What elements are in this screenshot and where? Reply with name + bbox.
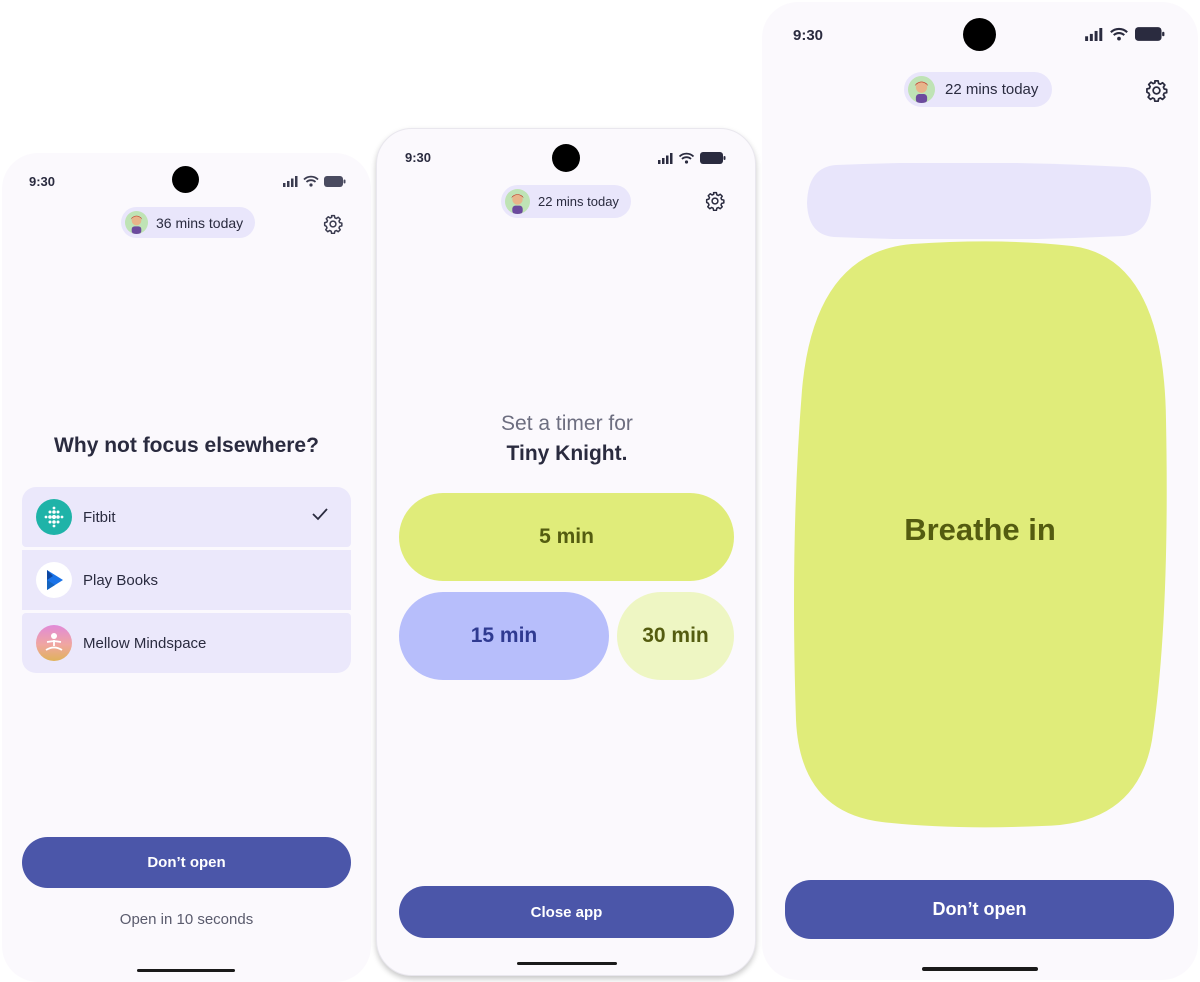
settings-gear-icon[interactable] (1145, 79, 1168, 102)
knight-avatar-icon (505, 189, 530, 214)
battery-icon (700, 152, 726, 164)
status-time: 9:30 (793, 27, 824, 44)
status-icons (1085, 27, 1165, 41)
settings-gear-icon[interactable] (323, 214, 343, 234)
app-option-play-books[interactable]: Play Books (22, 550, 351, 610)
avatar (908, 76, 935, 103)
status-icons (658, 152, 726, 164)
wifi-icon (1110, 27, 1128, 41)
phone-screen-focus-elsewhere: 9:30 36 mins today Why not focus elsewhe… (2, 153, 371, 982)
breathe-instruction: Breathe in (904, 512, 1056, 547)
fitbit-dots-icon (44, 506, 64, 528)
home-indicator[interactable] (517, 962, 617, 965)
app-option-fitbit[interactable]: Fitbit (22, 487, 351, 547)
checkmark-icon (312, 508, 328, 521)
play-books-logo-icon (47, 570, 63, 590)
battery-icon (1135, 27, 1165, 41)
wifi-icon (303, 175, 319, 187)
knight-avatar-icon (125, 211, 148, 234)
phone-screen-breathe: 9:30 22 mins today Breathe in Don’t open (762, 2, 1198, 980)
wifi-icon (678, 152, 695, 164)
close-app-button[interactable]: Close app (399, 886, 734, 938)
dont-open-button[interactable]: Don’t open (22, 837, 351, 888)
phone-screen-set-timer: 9:30 22 mins today Set a timer for Tiny … (376, 128, 756, 976)
usage-text: 36 mins today (156, 214, 244, 231)
knight-avatar-icon (908, 76, 935, 103)
status-time: 9:30 (405, 150, 432, 165)
fitbit-icon (36, 499, 72, 535)
usage-pill[interactable]: 36 mins today (121, 207, 256, 238)
settings-gear-icon[interactable] (705, 191, 725, 211)
dont-open-button[interactable]: Don’t open (785, 880, 1174, 939)
front-camera (172, 166, 199, 193)
app-option-mellow-mindspace[interactable]: Mellow Mindspace (22, 613, 351, 673)
front-camera (963, 18, 996, 51)
usage-text: 22 mins today (945, 81, 1039, 98)
meditation-figure-icon (45, 633, 63, 651)
app-label: Play Books (83, 571, 159, 589)
usage-pill[interactable]: 22 mins today (904, 72, 1053, 107)
avatar (125, 211, 148, 234)
signal-icon (658, 152, 673, 164)
front-camera (552, 144, 580, 172)
timer-30-min-button[interactable]: 30 min (617, 592, 734, 680)
usage-text: 22 mins today (538, 194, 619, 209)
battery-icon (324, 175, 346, 187)
timer-5-min-button[interactable]: 5 min (399, 493, 734, 581)
home-indicator[interactable] (137, 969, 235, 972)
timer-15-min-button[interactable]: 15 min (399, 592, 609, 680)
target-app-name: Tiny Knight. (506, 442, 628, 465)
page-title: Why not focus elsewhere? (54, 434, 319, 457)
signal-icon (1085, 27, 1103, 41)
timer-prompt: Set a timer for (501, 412, 633, 435)
home-indicator[interactable] (922, 967, 1038, 971)
avatar (505, 189, 530, 214)
meditation-icon (36, 625, 72, 661)
status-time: 9:30 (29, 174, 56, 189)
app-label: Fitbit (83, 508, 116, 526)
app-label: Mellow Mindspace (83, 634, 207, 652)
breathing-blob-small (807, 163, 1152, 239)
play-books-icon (36, 562, 72, 598)
signal-icon (283, 175, 298, 187)
app-suggestion-list: Fitbit Play Books Mellow Mindspace (22, 487, 351, 676)
usage-pill[interactable]: 22 mins today (501, 185, 631, 218)
status-icons (283, 175, 346, 187)
open-countdown-text: Open in 10 seconds (119, 911, 254, 928)
